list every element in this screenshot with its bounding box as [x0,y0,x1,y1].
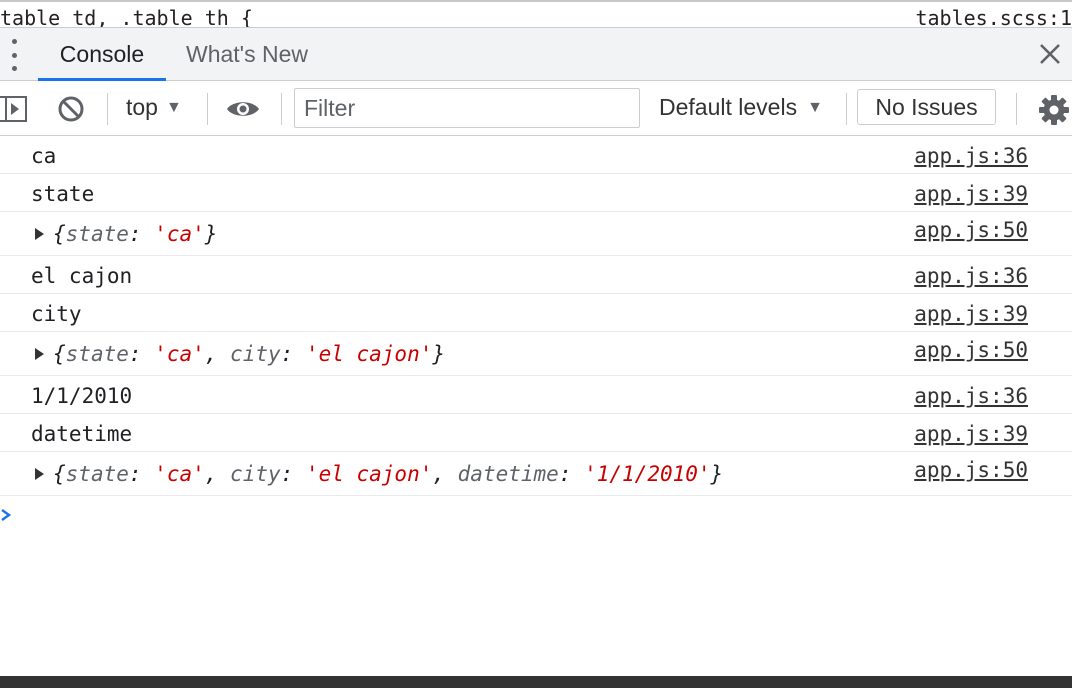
drawer-tab-bar: Console What's New [0,27,1072,81]
tab-console[interactable]: Console [38,28,166,81]
source-link[interactable]: app.js:39 [914,302,1028,326]
eye-icon[interactable] [226,98,260,120]
log-message: city app.js:39 [0,294,1072,332]
css-selector: table td, .table th { [0,6,253,27]
css-source-link[interactable]: tables.scss:1 [915,6,1072,27]
console-messages: ca app.js:36 state app.js:39 {state: 'ca… [0,136,1072,496]
log-text: 1/1/2010 [31,384,133,408]
source-link[interactable]: app.js:36 [914,144,1028,168]
source-link[interactable]: app.js:50 [914,338,1028,362]
sidebar-toggle-icon[interactable] [0,96,30,122]
log-object-message[interactable]: {state: 'ca'} app.js:50 [0,212,1072,256]
log-text: state [31,182,95,206]
expand-triangle-icon[interactable] [35,228,44,240]
styles-pane-strip: table td, .table th { tables.scss:1 [0,0,1072,27]
log-text: datetime [31,422,133,446]
close-icon[interactable] [1036,40,1064,68]
tab-whats-new[interactable]: What's New [186,28,308,81]
toolbar-divider [207,93,208,125]
window-bottom-edge [0,676,1072,688]
log-text: el cajon [31,264,133,288]
object-preview[interactable]: {state: 'ca'} [53,222,217,246]
chevron-down-icon: ▼ [807,99,823,116]
source-link[interactable]: app.js:50 [914,218,1028,242]
toolbar-divider [107,93,108,125]
source-link[interactable]: app.js:39 [914,422,1028,446]
toolbar-divider [1016,93,1017,125]
console-toolbar: top ▼ Filter Default levels ▼ No Issues [0,81,1072,136]
source-link[interactable]: app.js:50 [914,458,1028,482]
filter-input[interactable]: Filter [294,88,640,128]
log-message: ca app.js:36 [0,136,1072,174]
toolbar-divider [846,93,847,125]
levels-label: Default levels [659,94,798,120]
log-message: datetime app.js:39 [0,414,1072,452]
context-selector[interactable]: top ▼ [126,94,182,121]
toolbar-divider [281,93,282,125]
log-message: 1/1/2010 app.js:36 [0,376,1072,414]
log-text: ca [31,144,57,168]
log-levels-dropdown[interactable]: Default levels ▼ [659,94,823,121]
log-message: el cajon app.js:36 [0,256,1072,294]
log-message: state app.js:39 [0,174,1072,212]
log-object-message[interactable]: {state: 'ca', city: 'el cajon'} app.js:5… [0,332,1072,376]
log-text: city [31,302,82,326]
source-link[interactable]: app.js:36 [914,384,1028,408]
console-prompt-icon[interactable] [0,505,14,525]
chevron-down-icon: ▼ [165,99,182,116]
context-label: top [126,94,158,120]
source-link[interactable]: app.js:36 [914,264,1028,288]
clear-console-icon[interactable] [57,95,85,123]
expand-triangle-icon[interactable] [35,468,44,480]
object-preview[interactable]: {state: 'ca', city: 'el cajon', datetime… [53,462,723,486]
gear-icon[interactable] [1038,94,1070,126]
more-tools-icon[interactable] [8,39,20,71]
expand-triangle-icon[interactable] [35,348,44,360]
log-object-message[interactable]: {state: 'ca', city: 'el cajon', datetime… [0,452,1072,496]
source-link[interactable]: app.js:39 [914,182,1028,206]
object-preview[interactable]: {state: 'ca', city: 'el cajon'} [53,342,445,366]
issues-button[interactable]: No Issues [857,89,996,125]
